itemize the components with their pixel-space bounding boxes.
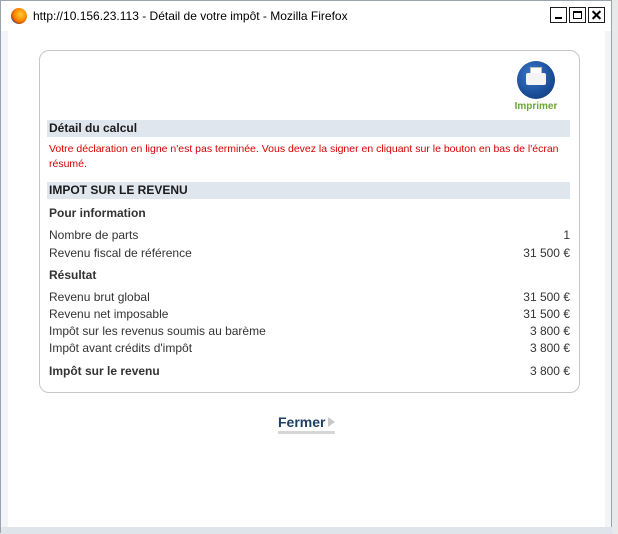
close-button[interactable]: Fermer <box>278 414 336 434</box>
page-content: Imprimer Détail du calcul Votre déclarat… <box>8 31 605 527</box>
row-impot-avant-credits: Impôt avant crédits d'impôt 3 800 € <box>49 341 570 355</box>
row-label: Revenu fiscal de référence <box>49 246 192 260</box>
row-nombre-parts: Nombre de parts 1 <box>49 228 570 242</box>
total-label: Impôt sur le revenu <box>49 364 160 378</box>
row-revenu-fiscal: Revenu fiscal de référence 31 500 € <box>49 246 570 260</box>
close-window-button[interactable] <box>588 7 605 23</box>
total-value: 3 800 € <box>529 364 570 378</box>
row-revenu-brut: Revenu brut global 31 500 € <box>49 290 570 304</box>
window-title: http://10.156.23.113 - Détail de votre i… <box>33 9 348 23</box>
result-heading: Résultat <box>49 268 97 282</box>
title-bar[interactable]: http://10.156.23.113 - Détail de votre i… <box>1 1 611 31</box>
row-label: Revenu brut global <box>49 290 150 304</box>
print-button[interactable]: Imprimer <box>510 61 562 112</box>
window-controls <box>550 7 605 23</box>
firefox-icon <box>11 8 27 24</box>
print-label: Imprimer <box>514 101 558 112</box>
row-label: Impôt sur les revenus soumis au barème <box>49 324 266 338</box>
close-label: Fermer <box>278 414 326 430</box>
background-edge <box>612 0 618 533</box>
detail-heading: Détail du calcul <box>47 120 570 137</box>
impot-heading: IMPOT SUR LE REVENU <box>47 182 570 199</box>
row-label: Revenu net imposable <box>49 307 169 321</box>
browser-window: http://10.156.23.113 - Détail de votre i… <box>0 0 613 534</box>
warning-message: Votre déclaration en ligne n'est pas ter… <box>49 143 559 170</box>
row-value: 31 500 € <box>523 290 570 304</box>
row-label: Impôt avant crédits d'impôt <box>49 341 193 355</box>
row-value: 31 500 € <box>523 307 570 321</box>
minimize-button[interactable] <box>550 7 567 23</box>
printer-icon <box>517 61 555 99</box>
row-impot-total: Impôt sur le revenu 3 800 € <box>49 364 570 378</box>
arrow-right-icon <box>328 417 336 427</box>
row-value: 3 800 € <box>529 341 570 355</box>
tax-detail-panel: Imprimer Détail du calcul Votre déclarat… <box>39 50 580 393</box>
row-value: 1 <box>563 228 570 242</box>
row-impot-bareme: Impôt sur les revenus soumis au barème 3… <box>49 324 570 338</box>
row-label: Nombre de parts <box>49 228 139 242</box>
row-value: 3 800 € <box>529 324 570 338</box>
maximize-button[interactable] <box>569 7 586 23</box>
row-revenu-net: Revenu net imposable 31 500 € <box>49 307 570 321</box>
row-value: 31 500 € <box>523 246 570 260</box>
info-heading: Pour information <box>49 206 146 220</box>
